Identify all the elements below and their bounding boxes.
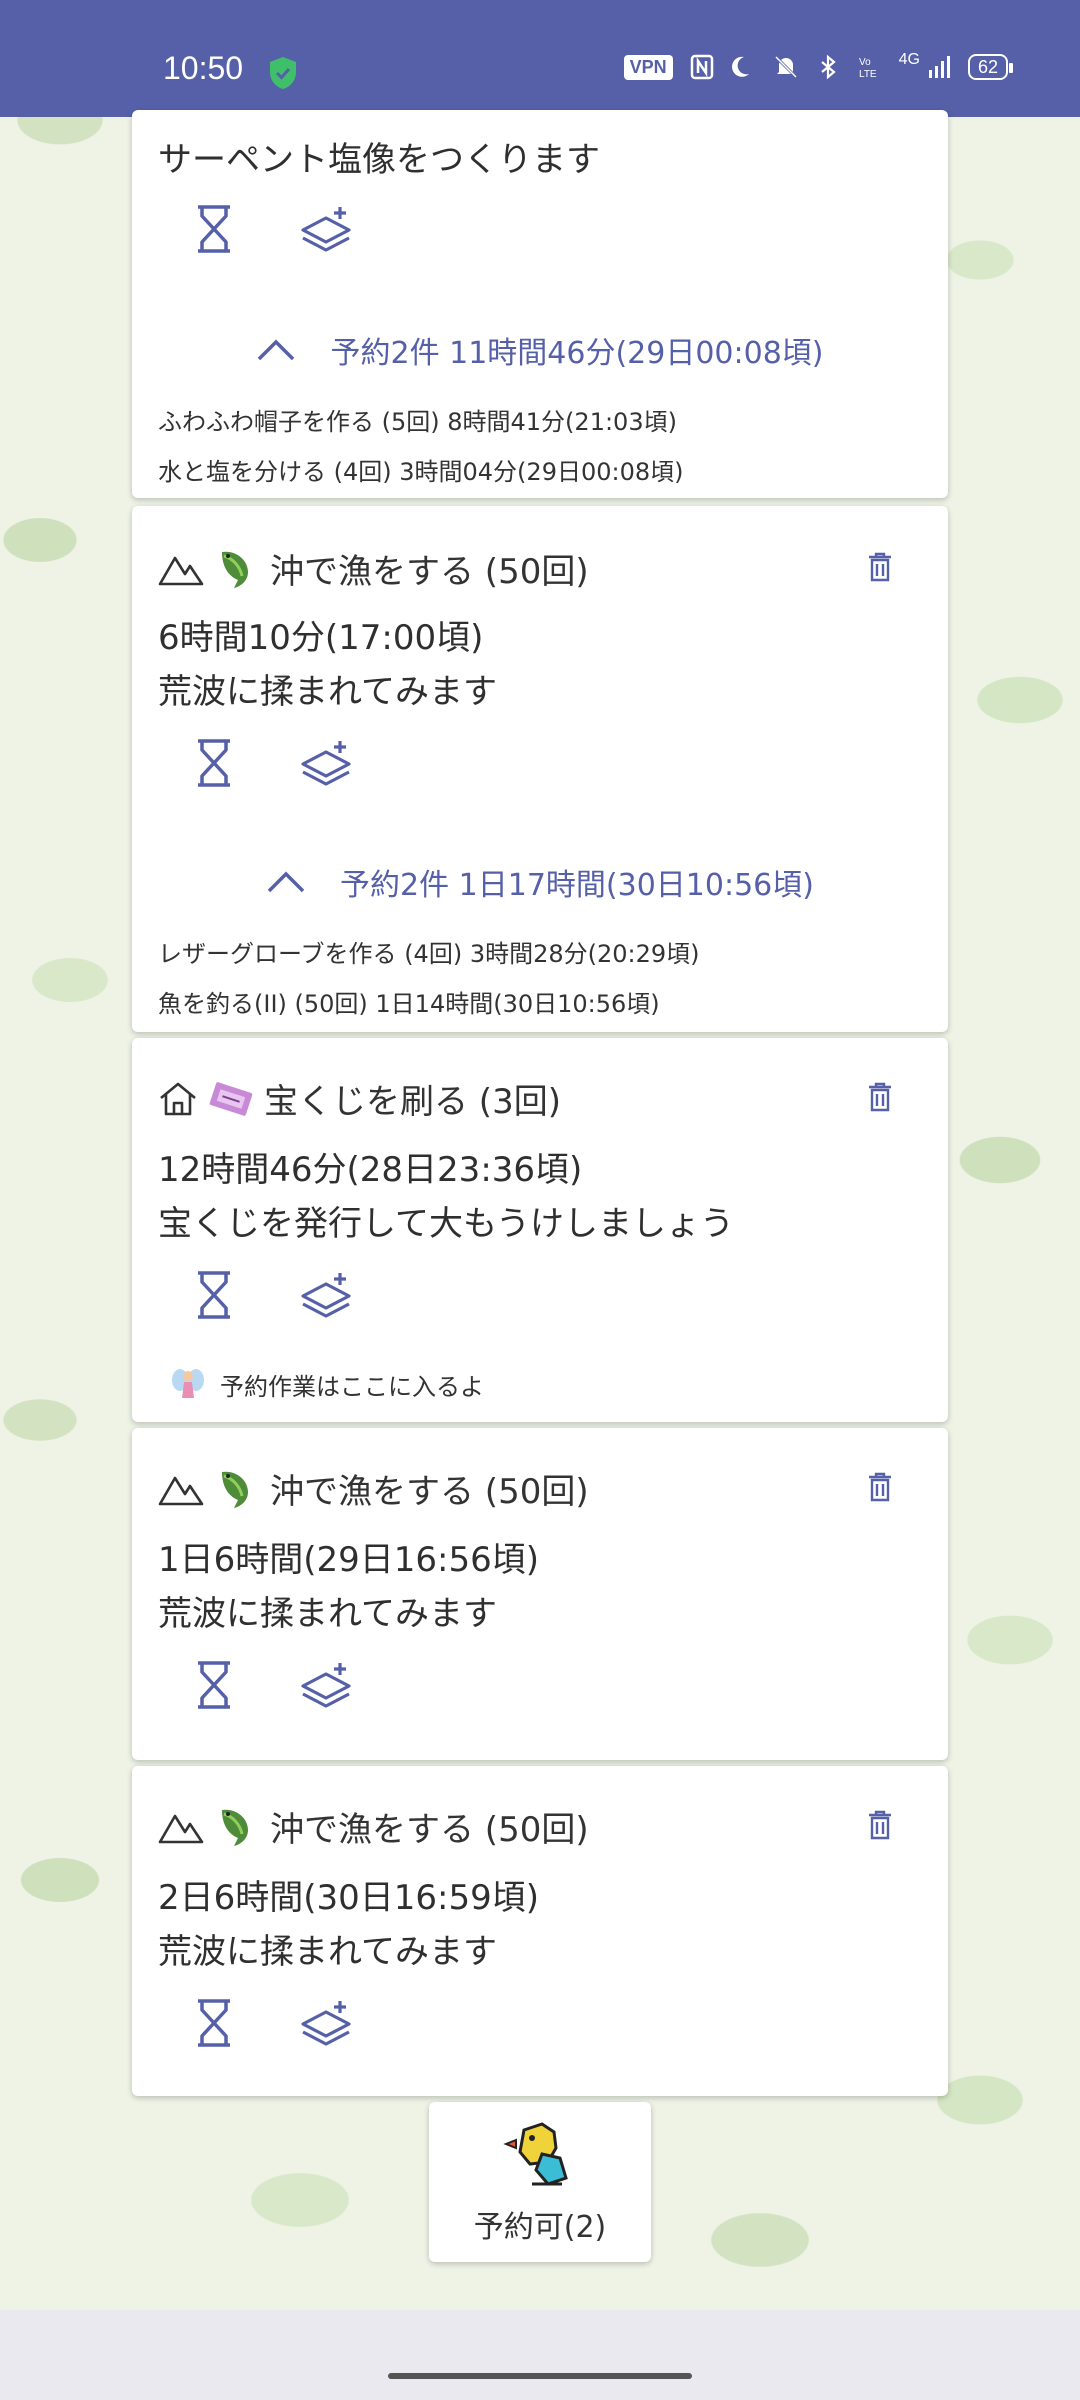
reservation-item: 水と塩を分ける (4回) 3時間04分(29日00:08頃) [158, 458, 684, 486]
fairy-icon [172, 1369, 204, 1398]
status-icons: VPN Vo LTE 4G 62 [623, 51, 1014, 80]
layers-add-icon[interactable] [300, 1270, 352, 1318]
moon-icon [731, 56, 749, 77]
task-duration: 1日6時間(29日16:56頃) [158, 1540, 540, 1580]
layers-add-icon[interactable] [300, 204, 352, 252]
task-title-row: 沖で漁をする (50回) [158, 1802, 589, 1851]
reservation-hint: 予約作業はここに入るよ [170, 1366, 484, 1402]
task-title: 沖で漁をする (50回) [270, 1810, 589, 1850]
gesture-handle[interactable] [388, 2373, 692, 2379]
status-bar: 10:50 VPN Vo LTE 4G 62 [0, 0, 1080, 117]
task-description: 荒波に揉まれてみます [158, 672, 497, 712]
reservation-toggle[interactable]: 予約2件 11時間46分(29日00:08頃) [132, 328, 948, 372]
fish-icon [222, 1471, 248, 1508]
task-title-row: 宝くじを刷る (3回) [158, 1074, 561, 1123]
reserve-available-button[interactable]: 予約可(2) [429, 2102, 651, 2262]
lottery-ticket-icon [209, 1081, 253, 1116]
reservation-toggle[interactable]: 予約2件 1日17時間(30日10:56頃) [132, 860, 948, 904]
reservation-hint-text: 予約作業はここに入るよ [220, 1372, 484, 1401]
layers-add-icon[interactable] [300, 738, 352, 786]
task-card: 沖で漁をする (50回) 6時間10分(17:00頃) 荒波に揉まれてみます 予… [132, 506, 948, 1032]
navigation-bar [0, 2310, 1080, 2400]
task-card: 沖で漁をする (50回) 2日6時間(30日16:59頃) 荒波に揉まれてみます [132, 1766, 948, 2096]
svg-text:LTE: LTE [859, 69, 877, 80]
bird-icon [503, 2122, 568, 2186]
hourglass-icon[interactable] [194, 1998, 234, 2048]
mountain-icon [158, 1476, 204, 1505]
signal-icon [928, 56, 950, 78]
bell-off-icon [774, 55, 797, 79]
chevron-up-icon [267, 871, 305, 893]
chevron-up-icon [258, 339, 295, 361]
hourglass-icon[interactable] [194, 204, 234, 254]
task-duration: 2日6時間(30日16:59頃) [158, 1878, 540, 1918]
hourglass-icon[interactable] [194, 1660, 234, 1710]
hourglass-icon[interactable] [194, 738, 234, 788]
bluetooth-icon [820, 54, 836, 80]
task-card: 沖で漁をする (50回) 1日6時間(29日16:56頃) 荒波に揉まれてみます [132, 1428, 948, 1760]
shield-icon [270, 57, 296, 89]
fish-icon [222, 551, 248, 588]
reservation-item: 魚を釣る(II) (50回) 1日14時間(30日10:56頃) [158, 990, 660, 1018]
task-description: 荒波に揉まれてみます [158, 1594, 497, 1634]
layers-add-icon[interactable] [300, 1660, 352, 1708]
task-title-row: 沖で漁をする (50回) [158, 1464, 589, 1513]
home-icon [160, 1082, 196, 1115]
task-card: 宝くじを刷る (3回) 12時間46分(28日23:36頃) 宝くじを発行して大… [132, 1038, 948, 1422]
fish-icon [222, 1809, 248, 1846]
mountain-icon [158, 1814, 204, 1843]
layers-add-icon[interactable] [300, 1998, 352, 2046]
task-description: 荒波に揉まれてみます [158, 1932, 497, 1972]
task-title-row: 沖で漁をする (50回) [158, 544, 589, 593]
reservation-summary: 予約2件 11時間46分(29日00:08頃) [330, 336, 824, 371]
task-description: 宝くじを発行して大もうけしましょう [158, 1204, 734, 1244]
trash-icon[interactable] [868, 1472, 892, 1502]
trash-icon[interactable] [868, 1810, 892, 1840]
task-title: 宝くじを刷る (3回) [264, 1082, 561, 1122]
trash-icon[interactable] [868, 1082, 892, 1112]
reservation-item: ふわふわ帽子を作る (5回) 8時間41分(21:03頃) [158, 408, 677, 436]
vpn-badge: VPN [623, 54, 673, 80]
status-time: 10:50 [163, 50, 244, 86]
svg-text:Vo: Vo [859, 57, 871, 68]
reservation-item: レザーグローブを作る (4回) 3時間28分(20:29頃) [158, 940, 700, 968]
volte-icon: VoLTE [859, 57, 877, 80]
reservation-summary: 予約2件 1日17時間(30日10:56頃) [340, 868, 814, 903]
trash-icon[interactable] [868, 552, 892, 582]
nfc-icon [690, 54, 713, 80]
task-description: サーペント塩像をつくります [158, 140, 600, 180]
network-type: 4G [898, 51, 920, 68]
battery-indicator: 62 [967, 54, 1014, 80]
mountain-icon [158, 556, 204, 585]
hourglass-icon[interactable] [194, 1270, 234, 1320]
task-title: 沖で漁をする (50回) [270, 1472, 589, 1512]
task-duration: 6時間10分(17:00頃) [158, 618, 484, 658]
task-card: サーペント塩像をつくります 予約2件 11時間46分(29日00:08頃) ふわ… [132, 110, 948, 498]
reserve-available-label: 予約可(2) [473, 2210, 607, 2245]
task-duration: 12時間46分(28日23:36頃) [158, 1150, 583, 1190]
task-title: 沖で漁をする (50回) [270, 552, 589, 592]
